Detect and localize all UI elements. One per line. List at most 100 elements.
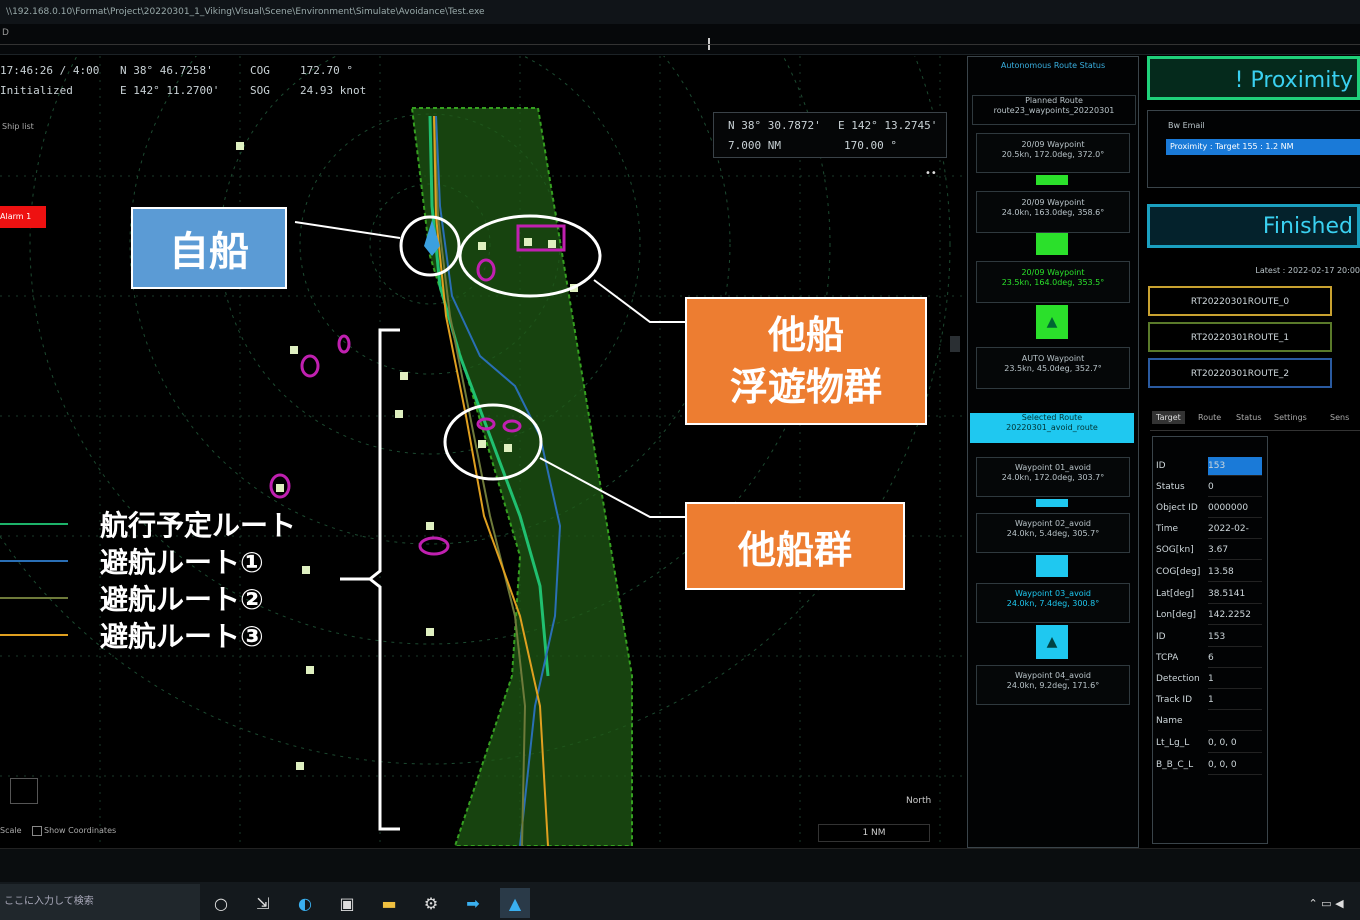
field-value[interactable]: 153 [1208, 628, 1262, 647]
waypoint-name: 20/09 Waypoint [1021, 268, 1085, 277]
tab-settings[interactable]: Settings [1274, 413, 1307, 422]
field-value[interactable]: 0 [1208, 478, 1262, 497]
field-value[interactable]: 1 [1208, 670, 1262, 689]
other-ship-group-callout: 他船群 [685, 502, 905, 590]
widget-icon[interactable]: ⇲ [248, 888, 278, 918]
waypoint-name: Waypoint 04_avoid [1015, 671, 1091, 680]
field-value[interactable]: 153 [1208, 457, 1262, 476]
selected-route-title: Selected Route [1021, 413, 1083, 422]
scale-label: Scale [0, 826, 22, 835]
mail-icon[interactable]: ➡ [458, 888, 488, 918]
field-value[interactable]: 0, 0, 0 [1208, 734, 1262, 753]
callout-line2: 浮遊物群 [729, 365, 882, 409]
field-value[interactable] [1208, 712, 1262, 731]
legend-item: 避航ルート① [0, 543, 264, 579]
waypoint-card[interactable]: 20/09 Waypoint 24.0kn, 163.0deg, 358.6° [976, 191, 1130, 233]
settings-icon[interactable]: ⚙ [416, 888, 446, 918]
planned-route-name: route23_waypoints_20220301 [993, 106, 1115, 115]
header-cog-label: COG [250, 64, 270, 77]
radar-chart-area[interactable]: 17:46:26 / 4:00 Initialized N 38° 46.725… [0, 0, 965, 847]
route-item-1[interactable]: RT20220301ROUTE_1 [1148, 322, 1332, 352]
field-value[interactable]: 3.67 [1208, 541, 1262, 560]
store-icon[interactable]: ▣ [332, 888, 362, 918]
waypoint-detail: 24.0kn, 172.0deg, 303.7° [1001, 473, 1105, 482]
scale-readout: 1 NM [818, 824, 930, 842]
header-sog-label: SOG [250, 84, 270, 97]
alarm-badge[interactable]: Alarm 1 [0, 206, 46, 228]
header-lat: N 38° 46.7258' [120, 64, 213, 77]
legend-swatch [0, 634, 68, 636]
alert-list: Bw Email Proximity : Target 155 : 1.2 NM [1147, 110, 1360, 188]
field-value[interactable]: 13.58 [1208, 563, 1262, 582]
app-icon[interactable]: ▲ [500, 888, 530, 918]
header-status: Initialized [0, 84, 73, 97]
planned-route-title: Planned Route [1025, 96, 1083, 105]
tab-status[interactable]: Status [1236, 413, 1262, 422]
latest-timestamp: Latest : 2022-02-17 20:00 [1255, 266, 1360, 275]
legend-swatch [0, 523, 68, 525]
waypoint-arrow-icon: ▲ [1036, 305, 1068, 339]
avoid-waypoint-card[interactable]: Waypoint 03_avoid 24.0kn, 7.4deg, 300.8° [976, 583, 1130, 623]
field-value[interactable]: 38.5141 [1208, 585, 1262, 604]
waypoint-name: Waypoint 03_avoid [1015, 589, 1091, 598]
tab-target[interactable]: Target [1152, 411, 1185, 424]
edge-icon[interactable]: ◐ [290, 888, 320, 918]
alert-list-item[interactable]: Proximity : Target 155 : 1.2 NM [1166, 139, 1360, 155]
waypoint-name: Waypoint 02_avoid [1015, 519, 1091, 528]
taskbar-search-input[interactable]: ここに入力して検索 [0, 884, 200, 920]
window-title-bar: \\192.168.0.10\Format\Project\20220301_1… [0, 0, 1360, 24]
planned-route-box[interactable]: Planned Route route23_waypoints_20220301 [972, 95, 1136, 125]
waypoint-arrow-icon: ▲ [1036, 625, 1068, 659]
selected-route-header[interactable]: Selected Route 20220301_avoid_route [970, 413, 1134, 443]
cursor-range: 7.000 NM [728, 139, 781, 152]
waypoint-detail: 24.0kn, 5.4deg, 305.7° [1006, 529, 1100, 538]
waypoint-connector [1036, 555, 1068, 577]
field-value[interactable]: 142.2252 [1208, 606, 1262, 625]
waypoint-card[interactable]: 20/09 Waypoint 20.5kn, 172.0deg, 372.0° [976, 133, 1130, 173]
waypoint-card[interactable]: AUTO Waypoint 23.5kn, 45.0deg, 352.7° [976, 347, 1130, 389]
other-ships-floating-callout: 他船 浮遊物群 [685, 297, 927, 425]
north-label: North [906, 796, 932, 806]
route-legend: 航行予定ルート 避航ルート① 避航ルート② 避航ルート③ [0, 506, 330, 656]
avoid-waypoint-card[interactable]: Waypoint 01_avoid 24.0kn, 172.0deg, 303.… [976, 457, 1130, 497]
header-sog-value: 24.93 knot [300, 84, 367, 97]
cursor-bearing: 170.00 ° [844, 139, 897, 152]
waypoint-detail: 20.5kn, 172.0deg, 372.0° [1001, 150, 1105, 159]
radar-scrollbar-thumb[interactable] [950, 336, 960, 352]
legend-item: 航行予定ルート [0, 506, 296, 542]
tab-route[interactable]: Route [1198, 413, 1221, 422]
tab-label[interactable]: D [2, 28, 9, 38]
zoom-button[interactable] [10, 778, 38, 804]
route-item-2[interactable]: RT20220301ROUTE_2 [1148, 358, 1332, 388]
show-coordinates-checkbox[interactable] [32, 826, 42, 836]
waypoint-name: 20/09 Waypoint [1021, 140, 1085, 149]
field-value[interactable]: 0000000 [1208, 499, 1262, 518]
route-item-0[interactable]: RT20220301ROUTE_0 [1148, 286, 1332, 316]
waypoint-card[interactable]: 20/09 Waypoint 23.5kn, 164.0deg, 353.5° [976, 261, 1130, 303]
waypoint-detail: 24.0kn, 7.4deg, 300.8° [1006, 599, 1100, 608]
field-value[interactable]: 2022-02- [1208, 520, 1262, 539]
field-value[interactable]: 0, 0, 0 [1208, 756, 1262, 775]
panel-menu-button[interactable]: •• [925, 168, 941, 182]
avoid-waypoint-card[interactable]: Waypoint 02_avoid 24.0kn, 5.4deg, 305.7° [976, 513, 1130, 553]
system-tray[interactable]: ⌃ ▭ ◀ [1296, 888, 1356, 918]
field-value[interactable]: 1 [1208, 691, 1262, 710]
task-view-icon[interactable]: ○ [206, 888, 236, 918]
waypoint-connector [1036, 175, 1068, 185]
header-cog-value: 172.70 ° [300, 64, 353, 77]
avoid-waypoint-card[interactable]: Waypoint 04_avoid 24.0kn, 9.2deg, 171.6° [976, 665, 1130, 705]
waypoint-detail: 24.0kn, 9.2deg, 171.6° [1006, 681, 1100, 690]
legend-swatch [0, 597, 68, 599]
legend-item: 避航ルート③ [0, 617, 264, 653]
legend-label: 航行予定ルート [100, 509, 297, 542]
header-lon: E 142° 11.2700' [120, 84, 220, 97]
radar-canvas [0, 0, 965, 847]
route-status-panel: Autonomous Route Status Planned Route ro… [967, 56, 1139, 848]
tab-sens[interactable]: Sens [1330, 413, 1349, 422]
slider-track [0, 44, 1360, 45]
explorer-icon[interactable]: ▬ [374, 888, 404, 918]
waypoint-detail: 24.0kn, 163.0deg, 358.6° [1001, 208, 1105, 217]
field-value[interactable]: 6 [1208, 649, 1262, 668]
window-title: \\192.168.0.10\Format\Project\20220301_1… [6, 7, 485, 17]
own-ship-callout: 自船 [131, 207, 287, 289]
